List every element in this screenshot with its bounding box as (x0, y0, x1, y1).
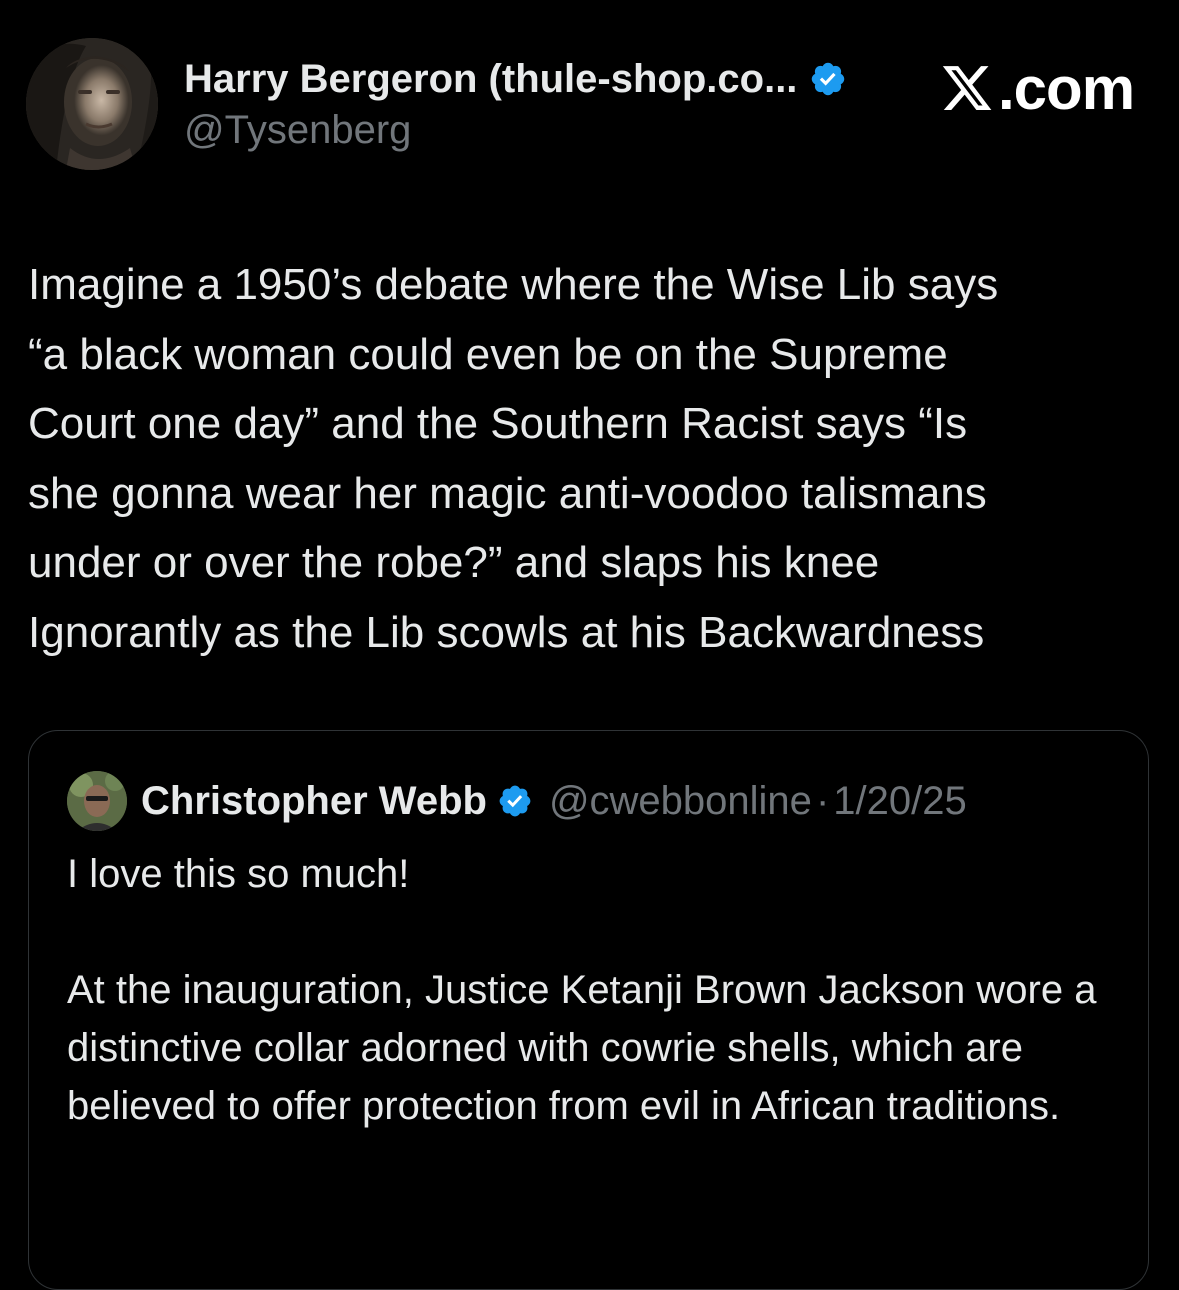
quoted-tweet-text: I love this so much! At the inauguration… (67, 845, 1117, 1135)
quoted-author-display-name[interactable]: Christopher Webb (141, 779, 487, 824)
quoted-tweet-paragraph: At the inauguration, Justice Ketanji Bro… (67, 968, 1097, 1128)
x-com-logo: .com (940, 52, 1135, 124)
quoted-tweet-date[interactable]: 1/20/25 (833, 779, 966, 824)
quoted-author-avatar[interactable] (67, 771, 127, 831)
quoted-tweet-paragraph: I love this so much! (67, 852, 410, 896)
verified-badge-icon (812, 62, 845, 96)
tweet-text: Imagine a 1950’s debate where the Wise L… (28, 260, 999, 657)
x-logo-icon (942, 66, 992, 110)
author-display-name[interactable]: Harry Bergeron (thule-shop.co... (184, 57, 797, 102)
quoted-author-avatar-image (67, 771, 127, 831)
quoted-verified-badge-icon (499, 785, 531, 817)
quoted-author-handle[interactable]: @cwebbonline (549, 779, 812, 824)
quoted-meta-separator: · (815, 778, 830, 823)
author-name-row: Harry Bergeron (thule-shop.co... (184, 52, 847, 106)
x-com-logo-text: .com (998, 54, 1135, 122)
quoted-tweet-card[interactable]: Christopher Webb @cwebbonline · 1/20/25 … (28, 730, 1149, 1290)
quoted-tweet-header: Christopher Webb @cwebbonline · 1/20/25 (67, 769, 967, 833)
author-handle[interactable]: @Tysenberg (184, 108, 411, 153)
author-avatar[interactable] (26, 38, 158, 170)
author-avatar-image (26, 38, 158, 170)
